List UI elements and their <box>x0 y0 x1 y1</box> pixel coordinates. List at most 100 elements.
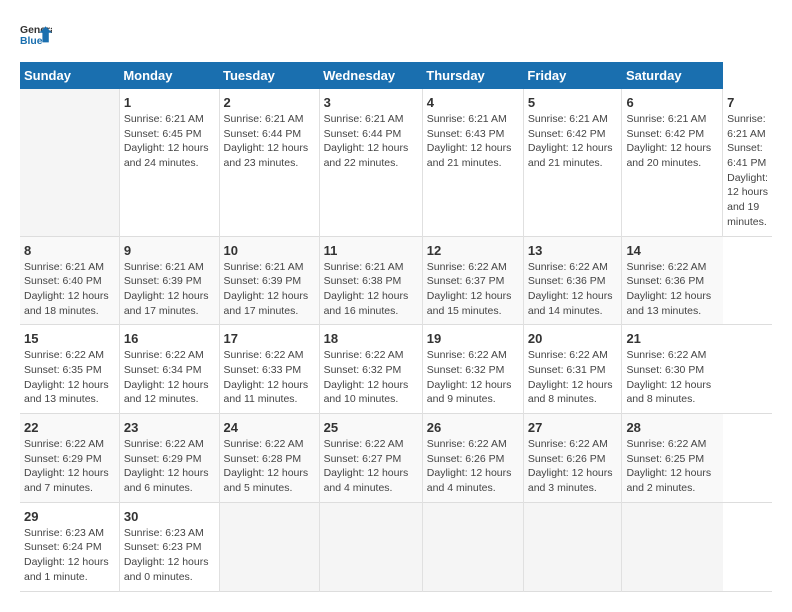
calendar-cell: 9 Sunrise: 6:21 AMSunset: 6:39 PMDaylight… <box>119 236 219 325</box>
calendar-cell: 29 Sunrise: 6:23 AMSunset: 6:24 PMDayligh… <box>20 502 119 591</box>
day-number: 25 <box>324 420 418 435</box>
week-row-1: 1Sunrise: 6:21 AMSunset: 6:45 PMDaylight… <box>20 89 772 236</box>
day-number: 1 <box>124 95 215 110</box>
day-detail: Sunrise: 6:22 AMSunset: 6:26 PMDaylight:… <box>528 437 618 496</box>
calendar-cell: 11 Sunrise: 6:21 AMSunset: 6:38 PMDayligh… <box>319 236 422 325</box>
day-detail: Sunrise: 6:21 AMSunset: 6:42 PMDaylight:… <box>528 112 618 171</box>
calendar-cell <box>523 502 622 591</box>
calendar-cell: 7Sunrise: 6:21 AMSunset: 6:41 PMDaylight… <box>723 89 772 236</box>
svg-text:Blue: Blue <box>20 36 43 47</box>
day-detail: Sunrise: 6:22 AMSunset: 6:35 PMDaylight:… <box>24 348 115 407</box>
weekday-header-tuesday: Tuesday <box>219 62 319 89</box>
calendar-cell: 30Sunrise: 6:23 AMSunset: 6:23 PMDayligh… <box>119 502 219 591</box>
weekday-header-sunday: Sunday <box>20 62 119 89</box>
day-number: 26 <box>427 420 519 435</box>
day-number: 4 <box>427 95 519 110</box>
calendar-cell <box>319 502 422 591</box>
calendar-cell: 3 Sunrise: 6:21 AMSunset: 6:44 PMDaylight… <box>319 89 422 236</box>
day-detail: Sunrise: 6:22 AMSunset: 6:26 PMDaylight:… <box>427 437 519 496</box>
day-detail: Sunrise: 6:22 AMSunset: 6:30 PMDaylight:… <box>626 348 718 407</box>
day-detail: Sunrise: 6:22 AMSunset: 6:32 PMDaylight:… <box>427 348 519 407</box>
day-detail: Sunrise: 6:22 AMSunset: 6:31 PMDaylight:… <box>528 348 618 407</box>
calendar-cell: 2Sunrise: 6:21 AMSunset: 6:44 PMDaylight… <box>219 89 319 236</box>
calendar-cell <box>422 502 523 591</box>
day-number: 22 <box>24 420 115 435</box>
week-row-2: 8 Sunrise: 6:21 AMSunset: 6:40 PMDaylight… <box>20 236 772 325</box>
day-number: 29 <box>24 509 115 524</box>
day-detail: Sunrise: 6:22 AMSunset: 6:29 PMDaylight:… <box>24 437 115 496</box>
calendar-cell: 12 Sunrise: 6:22 AMSunset: 6:37 PMDayligh… <box>422 236 523 325</box>
calendar-cell: 14 Sunrise: 6:22 AMSunset: 6:36 PMDayligh… <box>622 236 723 325</box>
calendar-cell: 23 Sunrise: 6:22 AMSunset: 6:29 PMDayligh… <box>119 414 219 503</box>
day-detail: Sunrise: 6:22 AMSunset: 6:32 PMDaylight:… <box>324 348 418 407</box>
day-detail: Sunrise: 6:21 AMSunset: 6:40 PMDaylight:… <box>24 260 115 319</box>
calendar-table: SundayMondayTuesdayWednesdayThursdayFrid… <box>20 62 772 592</box>
week-row-4: 22 Sunrise: 6:22 AMSunset: 6:29 PMDayligh… <box>20 414 772 503</box>
calendar-cell: 28 Sunrise: 6:22 AMSunset: 6:25 PMDayligh… <box>622 414 723 503</box>
day-number: 13 <box>528 243 618 258</box>
day-detail: Sunrise: 6:22 AMSunset: 6:34 PMDaylight:… <box>124 348 215 407</box>
calendar-cell <box>20 89 119 236</box>
weekday-header-thursday: Thursday <box>422 62 523 89</box>
calendar-cell: 10 Sunrise: 6:21 AMSunset: 6:39 PMDayligh… <box>219 236 319 325</box>
day-number: 17 <box>224 331 315 346</box>
day-detail: Sunrise: 6:21 AMSunset: 6:39 PMDaylight:… <box>124 260 215 319</box>
weekday-header-monday: Monday <box>119 62 219 89</box>
calendar-cell: 22 Sunrise: 6:22 AMSunset: 6:29 PMDayligh… <box>20 414 119 503</box>
day-detail: Sunrise: 6:23 AMSunset: 6:24 PMDaylight:… <box>24 526 115 585</box>
day-number: 3 <box>324 95 418 110</box>
day-detail: Sunrise: 6:21 AMSunset: 6:38 PMDaylight:… <box>324 260 418 319</box>
day-number: 12 <box>427 243 519 258</box>
day-number: 24 <box>224 420 315 435</box>
weekday-header-wednesday: Wednesday <box>319 62 422 89</box>
day-detail: Sunrise: 6:22 AMSunset: 6:28 PMDaylight:… <box>224 437 315 496</box>
day-number: 5 <box>528 95 618 110</box>
day-detail: Sunrise: 6:21 AMSunset: 6:44 PMDaylight:… <box>324 112 418 171</box>
calendar-cell: 17 Sunrise: 6:22 AMSunset: 6:33 PMDayligh… <box>219 325 319 414</box>
day-number: 2 <box>224 95 315 110</box>
day-number: 20 <box>528 331 618 346</box>
calendar-cell <box>219 502 319 591</box>
week-row-3: 15 Sunrise: 6:22 AMSunset: 6:35 PMDayligh… <box>20 325 772 414</box>
day-detail: Sunrise: 6:22 AMSunset: 6:36 PMDaylight:… <box>626 260 718 319</box>
day-number: 9 <box>124 243 215 258</box>
day-number: 27 <box>528 420 618 435</box>
day-number: 15 <box>24 331 115 346</box>
calendar-cell: 13 Sunrise: 6:22 AMSunset: 6:36 PMDayligh… <box>523 236 622 325</box>
day-number: 6 <box>626 95 718 110</box>
calendar-cell: 19 Sunrise: 6:22 AMSunset: 6:32 PMDayligh… <box>422 325 523 414</box>
day-detail: Sunrise: 6:22 AMSunset: 6:29 PMDaylight:… <box>124 437 215 496</box>
calendar-cell: 5 Sunrise: 6:21 AMSunset: 6:42 PMDaylight… <box>523 89 622 236</box>
calendar-cell: 25Sunrise: 6:22 AMSunset: 6:27 PMDayligh… <box>319 414 422 503</box>
day-detail: Sunrise: 6:22 AMSunset: 6:25 PMDaylight:… <box>626 437 718 496</box>
day-detail: Sunrise: 6:21 AMSunset: 6:42 PMDaylight:… <box>626 112 718 171</box>
week-row-5: 29 Sunrise: 6:23 AMSunset: 6:24 PMDayligh… <box>20 502 772 591</box>
day-detail: Sunrise: 6:21 AMSunset: 6:43 PMDaylight:… <box>427 112 519 171</box>
day-number: 10 <box>224 243 315 258</box>
day-detail: Sunrise: 6:22 AMSunset: 6:33 PMDaylight:… <box>224 348 315 407</box>
day-number: 19 <box>427 331 519 346</box>
calendar-cell: 20 Sunrise: 6:22 AMSunset: 6:31 PMDayligh… <box>523 325 622 414</box>
logo: General Blue <box>20 20 52 52</box>
day-number: 7 <box>727 95 768 110</box>
calendar-cell: 18Sunrise: 6:22 AMSunset: 6:32 PMDayligh… <box>319 325 422 414</box>
day-detail: Sunrise: 6:23 AMSunset: 6:23 PMDaylight:… <box>124 526 215 585</box>
calendar-cell: 6 Sunrise: 6:21 AMSunset: 6:42 PMDaylight… <box>622 89 723 236</box>
day-number: 21 <box>626 331 718 346</box>
day-detail: Sunrise: 6:21 AMSunset: 6:39 PMDaylight:… <box>224 260 315 319</box>
day-number: 14 <box>626 243 718 258</box>
calendar-cell: 24 Sunrise: 6:22 AMSunset: 6:28 PMDayligh… <box>219 414 319 503</box>
day-number: 11 <box>324 243 418 258</box>
day-number: 16 <box>124 331 215 346</box>
weekday-header-saturday: Saturday <box>622 62 723 89</box>
calendar-cell: 8 Sunrise: 6:21 AMSunset: 6:40 PMDaylight… <box>20 236 119 325</box>
calendar-cell: 26 Sunrise: 6:22 AMSunset: 6:26 PMDayligh… <box>422 414 523 503</box>
calendar-cell: 1Sunrise: 6:21 AMSunset: 6:45 PMDaylight… <box>119 89 219 236</box>
day-number: 8 <box>24 243 115 258</box>
day-detail: Sunrise: 6:22 AMSunset: 6:37 PMDaylight:… <box>427 260 519 319</box>
day-number: 23 <box>124 420 215 435</box>
weekday-header-friday: Friday <box>523 62 622 89</box>
calendar-cell: 27 Sunrise: 6:22 AMSunset: 6:26 PMDayligh… <box>523 414 622 503</box>
day-number: 28 <box>626 420 718 435</box>
day-detail: Sunrise: 6:22 AMSunset: 6:36 PMDaylight:… <box>528 260 618 319</box>
